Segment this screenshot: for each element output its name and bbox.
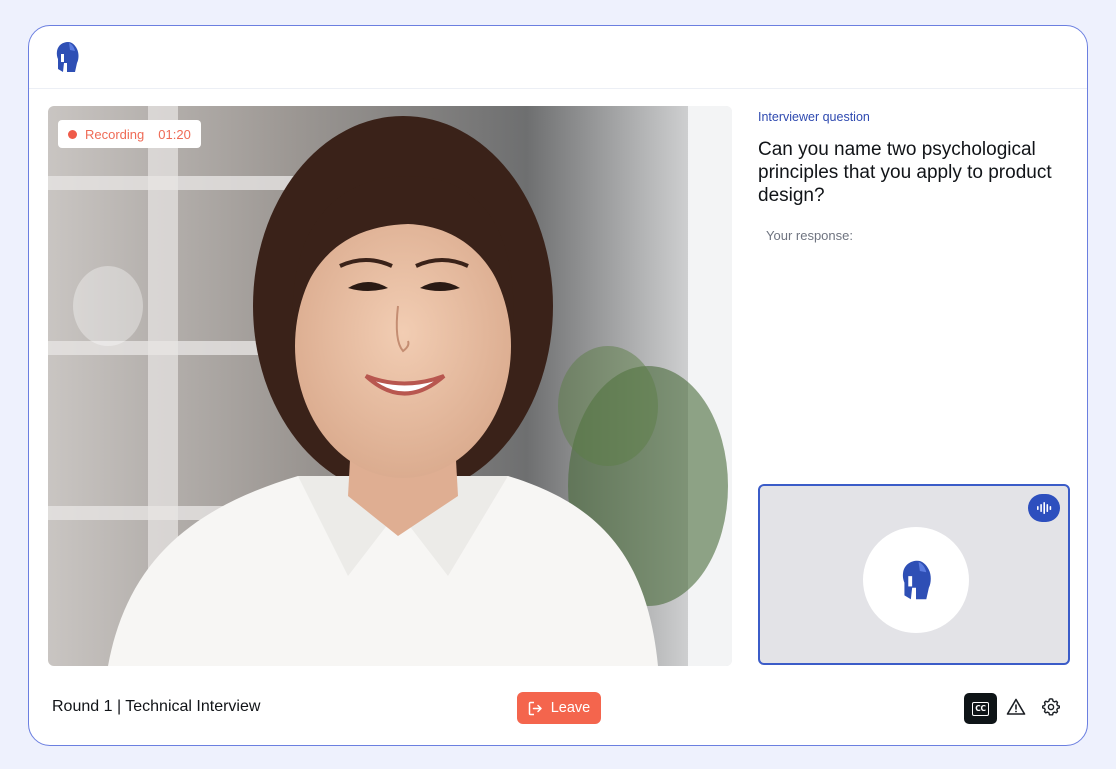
round-label: Round 1 | Technical Interview [52,698,261,715]
exit-icon [528,701,542,715]
interview-window: Recording 01:20 Interviewer question Can… [28,25,1088,746]
candidate-video: Recording 01:20 [48,106,732,666]
gear-icon[interactable] [1041,697,1061,717]
avatar [863,527,969,633]
question-text: Can you name two psychological principle… [758,139,1052,206]
top-bar [29,26,1087,89]
audio-button[interactable] [1028,494,1060,522]
spartan-helmet-logo [902,560,931,600]
self-view-tile [758,484,1070,665]
warning-icon[interactable] [1006,697,1026,717]
recording-badge: Recording 01:20 [58,120,201,148]
question-label: Interviewer question [758,110,870,124]
recording-label: Recording [85,126,145,142]
spartan-helmet-logo [56,42,79,72]
cc-icon: CC [972,701,989,716]
response-label: Your response: [766,228,853,243]
captions-button[interactable]: CC [964,693,997,724]
leave-button[interactable]: Leave [517,692,601,724]
candidate-video-feed [48,106,732,666]
recording-timer: 01:20 [158,126,191,142]
audio-waveform-icon [1037,502,1052,514]
recording-dot-icon [68,129,77,139]
leave-label: Leave [550,700,591,716]
